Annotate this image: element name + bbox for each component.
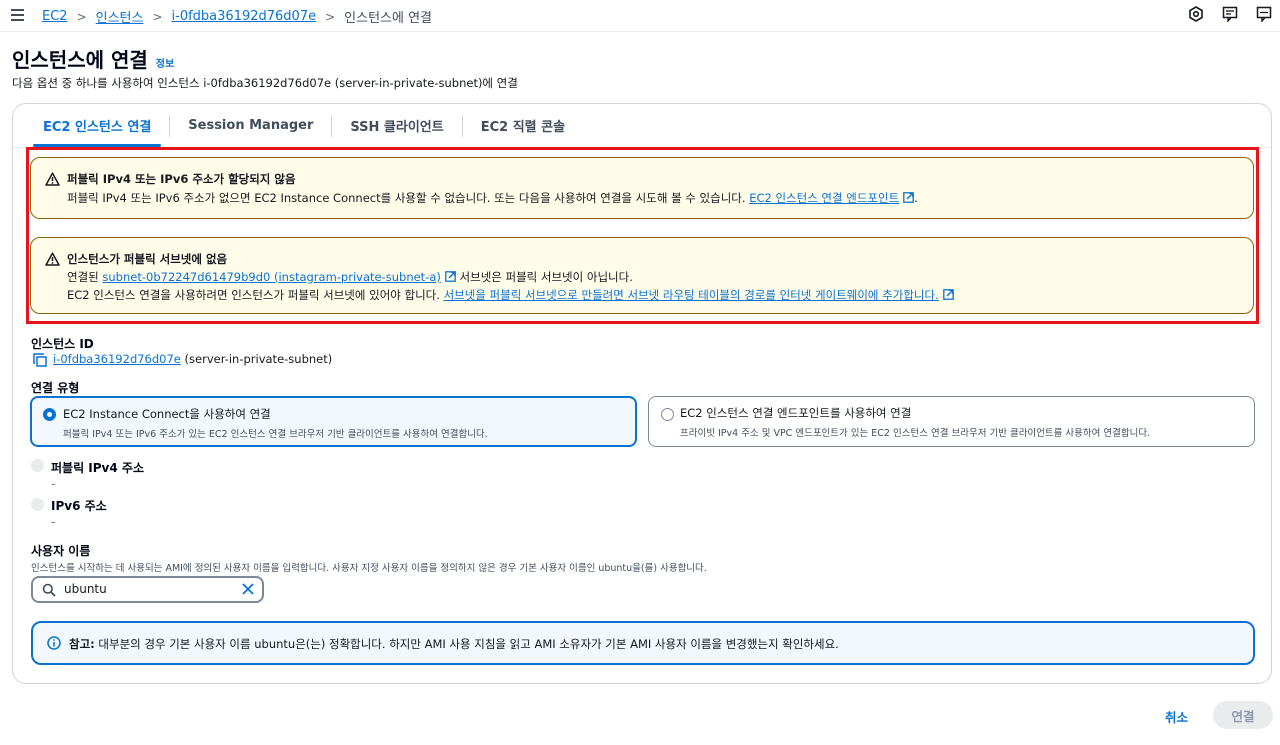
instance-name: (server-in-private-subnet) — [184, 352, 333, 366]
breadcrumb: EC2 > 인스턴스 > i-0fdba36192d76d07e > 인스턴스에… — [42, 7, 432, 26]
help-panel-icon[interactable] — [1256, 6, 1272, 22]
alert-line2: EC2 인스턴스 연결을 사용하려면 인스턴스가 퍼블릭 서브넷에 있어야 합니… — [67, 288, 440, 302]
alert-no-public-subnet: 인스턴스가 퍼블릭 서브넷에 없음 연결된 subnet-0b72247d614… — [30, 237, 1254, 314]
radio-ipv6-disabled — [31, 498, 44, 511]
alert-title: 퍼블릭 IPv4 또는 IPv6 주소가 할당되지 않음 — [67, 172, 296, 186]
top-bar: EC2 > 인스턴스 > i-0fdba36192d76d07e > 인스턴스에… — [0, 0, 1280, 32]
connection-type-label: 연결 유형 — [31, 381, 80, 395]
tab-list: EC2 인스턴스 연결 Session Manager SSH 클라이언트 EC… — [25, 104, 583, 147]
username-value: ubuntu — [64, 582, 107, 596]
clear-icon[interactable] — [241, 582, 255, 596]
option-description: 프라이빗 IPv4 주소 및 VPC 엔드포인트가 있는 EC2 인스턴스 연결… — [680, 428, 1151, 439]
note-body: 대부분의 경우 기본 사용자 이름 ubuntu은(는) 정확합니다. 하지만 … — [98, 637, 839, 651]
info-icon — [47, 636, 61, 650]
warning-icon — [45, 252, 60, 266]
breadcrumb-ec2[interactable]: EC2 — [42, 9, 68, 24]
alert-no-public-ip: 퍼블릭 IPv4 또는 IPv6 주소가 할당되지 않음 퍼블릭 IPv4 또는… — [30, 157, 1254, 219]
ipv6-value: – — [51, 517, 56, 528]
option-endpoint-connect[interactable]: EC2 인스턴스 연결 엔드포인트를 사용하여 연결 프라이빗 IPv4 주소 … — [648, 396, 1255, 447]
feedback-icon[interactable] — [1222, 6, 1238, 22]
breadcrumb-current: 인스턴스에 연결 — [344, 11, 433, 26]
info-note: 참고: 대부분의 경우 기본 사용자 이름 ubuntu은(는) 정확합니다. … — [31, 621, 1255, 665]
public-ipv4-label: 퍼블릭 IPv4 주소 — [51, 461, 144, 475]
search-icon — [42, 583, 56, 597]
instance-id-link[interactable]: i-0fdba36192d76d07e — [53, 352, 181, 366]
radio-unselected[interactable] — [661, 408, 674, 421]
tab-ssh-client[interactable]: SSH 클라이언트 — [332, 104, 461, 147]
alert-body: 퍼블릭 IPv4 또는 IPv6 주소가 없으면 EC2 Instance Co… — [67, 191, 746, 205]
settings-icon[interactable] — [1188, 6, 1204, 22]
connect-button[interactable]: 연결 — [1213, 701, 1273, 729]
chevron-right-icon: > — [152, 9, 163, 24]
external-link-icon — [942, 289, 954, 300]
tab-ec2-serial-console[interactable]: EC2 직렬 콘솔 — [463, 104, 583, 147]
copy-icon[interactable] — [33, 353, 47, 367]
info-link[interactable]: 정보 — [156, 55, 174, 70]
alert-end: . — [914, 191, 918, 205]
username-label: 사용자 이름 — [31, 544, 91, 558]
page-description: 다음 옵션 중 하나를 사용하여 인스턴스 i-0fdba36192d76d07… — [12, 76, 518, 90]
external-link-icon — [445, 271, 456, 282]
note-text: 참고: 대부분의 경우 기본 사용자 이름 ubuntu은(는) 정확합니다. … — [69, 636, 839, 652]
username-description: 인스턴스를 시작하는 데 사용되는 AMI에 정의된 사용자 이름을 입력합니다… — [31, 563, 707, 574]
alert-text-line2: EC2 인스턴스 연결을 사용하려면 인스턴스가 퍼블릭 서브넷에 있어야 합니… — [67, 287, 954, 303]
alert-text-line1: 연결된 subnet-0b72247d61479b9d0 (instagram-… — [67, 269, 633, 285]
option-title: EC2 인스턴스 연결 엔드포인트를 사용하여 연결 — [680, 406, 912, 420]
warning-icon — [45, 172, 60, 186]
instance-id-label: 인스턴스 ID — [31, 337, 94, 351]
hamburger-menu-icon[interactable] — [10, 8, 26, 22]
chevron-right-icon: > — [76, 9, 87, 24]
alert-suffix: 서브넷은 퍼블릭 서브넷이 아닙니다. — [459, 270, 633, 284]
endpoint-link[interactable]: EC2 인스턴스 연결 엔드포인트 — [749, 191, 899, 205]
ipv6-label: IPv6 주소 — [51, 499, 107, 513]
alert-text: 퍼블릭 IPv4 또는 IPv6 주소가 없으면 EC2 Instance Co… — [67, 190, 918, 206]
alert-title: 인스턴스가 퍼블릭 서브넷에 없음 — [67, 252, 228, 266]
route-table-link[interactable]: 서브넷을 퍼블릭 서브넷으로 만들려면 서브넷 라우팅 테이블의 경로를 인터넷… — [444, 288, 939, 302]
breadcrumb-instance-id[interactable]: i-0fdba36192d76d07e — [172, 9, 317, 24]
tab-session-manager[interactable]: Session Manager — [170, 104, 331, 147]
option-ec2-instance-connect[interactable]: EC2 Instance Connect을 사용하여 연결 퍼블릭 IPv4 또… — [30, 396, 637, 447]
page-title: 인스턴스에 연결 — [12, 48, 148, 72]
public-ipv4-value: – — [51, 479, 56, 490]
external-link-icon — [903, 192, 915, 203]
breadcrumb-instances[interactable]: 인스턴스 — [96, 7, 144, 26]
option-description: 퍼블릭 IPv4 또는 IPv6 주소가 있는 EC2 인스턴스 연결 브라우저… — [63, 429, 488, 440]
instance-id-value: i-0fdba36192d76d07e (server-in-private-s… — [53, 352, 332, 366]
radio-public-ipv4-disabled — [31, 459, 44, 472]
subnet-link[interactable]: subnet-0b72247d61479b9d0 (instagram-priv… — [102, 270, 440, 284]
chevron-right-icon: > — [325, 9, 336, 24]
radio-selected[interactable] — [43, 408, 56, 421]
cancel-button[interactable]: 취소 — [1165, 707, 1188, 726]
username-input[interactable]: ubuntu — [31, 576, 264, 603]
note-bold: 참고: — [69, 637, 95, 651]
tab-ec2-instance-connect[interactable]: EC2 인스턴스 연결 — [25, 104, 169, 147]
option-title: EC2 Instance Connect을 사용하여 연결 — [63, 407, 271, 421]
alert-prefix: 연결된 — [67, 270, 99, 284]
connect-container: EC2 인스턴스 연결 Session Manager SSH 클라이언트 EC… — [12, 103, 1272, 684]
